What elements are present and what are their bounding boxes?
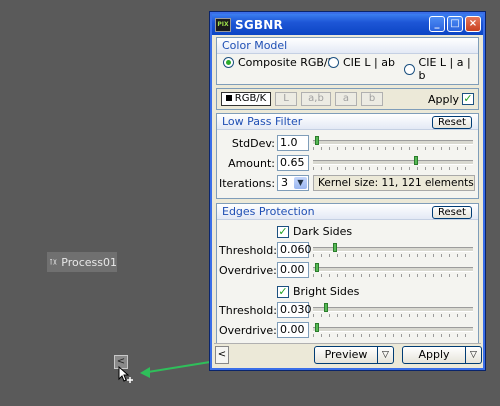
dark-sides-label: Dark Sides <box>293 225 353 238</box>
tab-rgbk[interactable]: RGB/K <box>221 92 271 106</box>
bright-overdrive-slider-ticks <box>313 334 473 337</box>
bright-sides-toggle[interactable]: ✓ Bright Sides <box>277 285 359 298</box>
dark-overdrive-slider[interactable] <box>313 263 473 277</box>
radio-cie-l-ab-indicator[interactable] <box>328 57 339 68</box>
mouse-cursor-icon <box>118 366 133 383</box>
bright-sides-checkbox[interactable]: ✓ <box>277 285 289 298</box>
edges-protection-group: Edges Protection Reset ✓ Dark Sides Thre… <box>216 203 479 348</box>
dark-overdrive-label: Overdrive: <box>219 264 277 277</box>
tab-a-label: a <box>342 93 350 104</box>
color-model-group: Color Model Composite RGB/K CIE L | ab C… <box>216 37 479 85</box>
radio-composite-rgbk[interactable]: Composite RGB/K <box>223 56 335 69</box>
bright-threshold-slider[interactable] <box>313 303 473 317</box>
preview-split-button: Preview ▽ <box>314 346 394 364</box>
pixinsight-app-icon: PIX <box>215 17 231 32</box>
dark-sides-toggle[interactable]: ✓ Dark Sides <box>277 225 352 238</box>
bright-threshold-slider-track <box>313 307 473 312</box>
dark-threshold-slider-ticks <box>313 254 473 257</box>
apply-channel-label: Apply <box>428 93 460 106</box>
close-button[interactable]: × <box>465 16 481 32</box>
minimize-button[interactable]: _ <box>429 16 445 32</box>
channel-tabbar: RGB/K L a,b a b Apply ✓ <box>216 88 479 110</box>
stddev-slider-ticks <box>313 147 473 150</box>
apply-button[interactable]: Apply <box>402 346 466 364</box>
iterations-label: Iterations: <box>219 177 276 190</box>
low-pass-filter-group: Low Pass Filter Reset StdDev: 1.0 Amount… <box>216 113 479 199</box>
sgbnr-window: PIX SGBNR _ □ × Color Model Composite RG… <box>209 11 486 371</box>
bright-overdrive-slider-thumb[interactable] <box>315 323 319 332</box>
tab-l[interactable]: L <box>275 92 297 106</box>
bright-threshold-label: Threshold: <box>219 304 277 317</box>
maximize-button[interactable]: □ <box>447 16 463 32</box>
bright-overdrive-slider-track <box>313 327 473 332</box>
preview-dropdown-icon[interactable]: ▽ <box>378 346 394 364</box>
stddev-slider[interactable] <box>313 136 473 150</box>
tab-b-label: b <box>368 93 376 104</box>
iterations-value: 3 <box>281 176 288 189</box>
bright-overdrive-input[interactable]: 0.00 <box>277 322 309 338</box>
tab-a[interactable]: a <box>335 92 357 106</box>
apply-split-button: Apply ▽ <box>402 346 482 364</box>
radio-cie-l-a-b-label: CIE L | a | b <box>418 56 471 82</box>
dark-threshold-label: Threshold: <box>219 244 277 257</box>
bright-overdrive-slider[interactable] <box>313 323 473 337</box>
radio-composite-rgbk-label: Composite RGB/K <box>238 56 335 69</box>
kernel-size-info: Kernel size: 11, 121 elements <box>313 175 475 191</box>
amount-label: Amount: <box>228 157 275 170</box>
dark-threshold-slider[interactable] <box>313 243 473 257</box>
low-pass-reset-button[interactable]: Reset <box>432 116 472 129</box>
iterations-dropdown-icon[interactable]: ▼ <box>294 177 307 189</box>
tab-ab-label: a,b <box>308 93 324 104</box>
radio-cie-l-a-b[interactable]: CIE L | a | b <box>404 56 478 82</box>
window-content: Color Model Composite RGB/K CIE L | ab C… <box>214 37 482 366</box>
tab-ab[interactable]: a,b <box>301 92 331 106</box>
dark-overdrive-slider-thumb[interactable] <box>315 263 319 272</box>
radio-cie-l-ab-label: CIE L | ab <box>343 56 395 69</box>
amount-slider[interactable] <box>313 156 473 170</box>
amount-slider-track <box>313 160 473 165</box>
apply-channel-checkbox[interactable]: ✓ <box>462 93 474 105</box>
apply-dropdown-icon[interactable]: ▽ <box>466 346 482 364</box>
stddev-input[interactable]: 1.0 <box>277 135 309 151</box>
window-title: SGBNR <box>235 17 283 32</box>
amount-input[interactable]: 0.65 <box>277 155 309 171</box>
new-instance-port-button[interactable]: < <box>215 346 229 364</box>
preview-button[interactable]: Preview <box>314 346 378 364</box>
bright-overdrive-label: Overdrive: <box>219 324 277 337</box>
radio-cie-l-a-b-indicator[interactable] <box>404 63 415 75</box>
bottom-toolbar: < Preview ▽ Apply ▽ <box>214 343 482 366</box>
stddev-slider-thumb[interactable] <box>315 136 319 145</box>
bright-sides-label: Bright Sides <box>293 285 360 298</box>
edges-reset-button[interactable]: Reset <box>432 206 472 219</box>
tab-b[interactable]: b <box>361 92 383 106</box>
color-model-title: Color Model <box>217 38 478 54</box>
dark-sides-checkbox[interactable]: ✓ <box>277 225 289 238</box>
stddev-slider-track <box>313 140 473 145</box>
dark-overdrive-slider-ticks <box>313 274 473 277</box>
stddev-label: StdDev: <box>231 137 275 150</box>
dark-overdrive-slider-track <box>313 267 473 272</box>
tab-l-label: L <box>283 93 289 104</box>
tab-rgbk-label: RGB/K <box>234 93 267 104</box>
bright-threshold-slider-ticks <box>313 314 473 317</box>
radio-composite-rgbk-indicator[interactable] <box>223 57 234 68</box>
radio-cie-l-ab[interactable]: CIE L | ab <box>328 56 395 69</box>
bright-threshold-slider-thumb[interactable] <box>324 303 329 312</box>
dark-threshold-input[interactable]: 0.060 <box>277 242 312 258</box>
iterations-select[interactable]: 3 ▼ <box>277 175 309 191</box>
bright-threshold-input[interactable]: 0.030 <box>277 302 312 318</box>
dark-threshold-slider-thumb[interactable] <box>333 243 338 252</box>
window-titlebar[interactable]: PIX SGBNR _ □ × <box>212 14 483 35</box>
amount-slider-ticks <box>313 167 473 170</box>
amount-slider-thumb[interactable] <box>413 156 418 165</box>
tab-rgbk-icon <box>225 95 232 101</box>
dark-overdrive-input[interactable]: 0.00 <box>277 262 309 278</box>
